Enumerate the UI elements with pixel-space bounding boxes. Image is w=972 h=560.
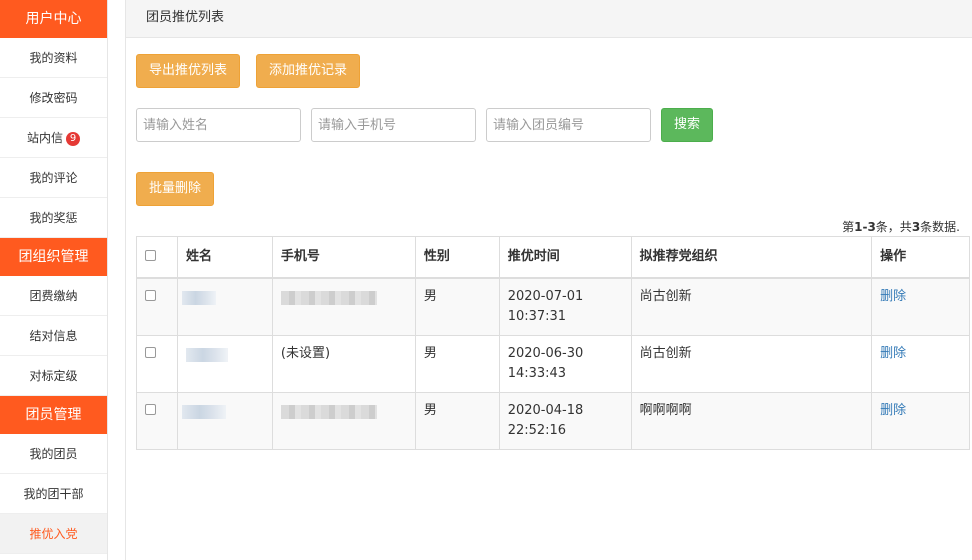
row-checkbox[interactable] [145,403,156,415]
sidebar-section-org-management: 团组织管理 [0,238,107,276]
sidebar-item-my-profile[interactable]: 我的资料 [0,38,107,78]
sidebar-item-messages[interactable]: 站内信 9 [0,118,107,158]
name-cell [176,334,273,393]
app: 用户中心 我的资料 修改密码 站内信 9 我的评论 我的奖惩 团组织管理 团费缴纳… [0,0,972,560]
member-no-search-input[interactable] [486,108,651,142]
delete-link[interactable]: 删除 [880,346,906,361]
name-cell [176,277,273,336]
sidebar: 用户中心 我的资料 修改密码 站内信 9 我的评论 我的奖惩 团组织管理 团费缴纳… [0,0,108,560]
action-cell: 删除 [871,334,970,393]
column-header-action: 操作 [871,236,970,279]
sidebar-item-my-members[interactable]: 我的团员 [0,434,107,474]
org-cell: 啊啊啊啊 [630,391,873,450]
time-cell: 2020-06-30 14:33:43 [498,334,632,393]
sidebar-item-my-comments[interactable]: 我的评论 [0,158,107,198]
table-row: 男 2020-04-18 22:52:16 啊啊啊啊 删除 [136,391,970,450]
action-cell: 删除 [871,391,970,450]
main-panel: 团员推优列表 导出推优列表 添加推优记录 搜索 批量删除 第1-3条，共3条数据… [125,0,972,560]
sidebar-section-member-management: 团员管理 [0,396,107,434]
sidebar-item-party-recommendation[interactable]: 推优入党 [0,514,107,554]
gender-cell: 男 [414,277,500,336]
column-header-gender[interactable]: 性别 [414,236,500,279]
select-all-cell [136,236,178,279]
gender-cell: 男 [414,391,500,450]
sidebar-item-my-rewards[interactable]: 我的奖惩 [0,198,107,238]
table-row: (未设置) 男 2020-06-30 14:33:43 尚古创新 删除 [136,334,970,393]
table-row: 男 2020-07-01 10:37:31 尚古创新 删除 [136,277,970,336]
row-checkbox[interactable] [145,346,156,358]
column-header-name[interactable]: 姓名 [176,236,273,279]
name-search-input[interactable] [136,108,301,142]
select-all-checkbox[interactable] [145,249,156,261]
redacted-phone [280,291,377,305]
recommendation-table: 姓名 手机号 性别 推优时间 拟推荐党组织 操作 男 2020-07-01 10:… [136,236,970,450]
sidebar-item-label: 站内信 [26,131,63,145]
sidebar-item-change-password[interactable]: 修改密码 [0,78,107,118]
name-cell [176,391,273,450]
sidebar-section-user-center: 用户中心 [0,0,107,38]
sidebar-item-pairing-info[interactable]: 结对信息 [0,316,107,356]
phone-search-input[interactable] [311,108,476,142]
batch-delete-button[interactable]: 批量删除 [136,172,215,206]
column-header-time[interactable]: 推优时间 [498,236,632,279]
sidebar-item-fee-payment[interactable]: 团费缴纳 [0,276,107,316]
phone-cell [271,277,416,336]
row-checkbox[interactable] [145,290,156,301]
delete-link[interactable]: 删除 [880,403,906,418]
org-cell: 尚古创新 [630,334,873,393]
export-list-button[interactable]: 导出推优列表 [136,54,241,88]
delete-link[interactable]: 删除 [880,289,906,304]
redacted-phone [280,404,377,419]
org-cell: 尚古创新 [630,277,873,336]
redacted-name [181,404,226,419]
gender-cell: 男 [414,334,500,393]
page-title: 团员推优列表 [126,0,972,38]
search-button[interactable]: 搜索 [661,108,714,142]
unread-badge: 9 [66,132,80,146]
table-header-row: 姓名 手机号 性别 推优时间 拟推荐党组织 操作 [136,236,970,279]
redacted-name [185,347,228,362]
redacted-name [181,291,216,305]
sidebar-item-my-cadres[interactable]: 我的团干部 [0,474,107,514]
record-summary: 第1-3条，共3条数据. [842,220,960,234]
action-cell: 删除 [871,277,970,336]
add-record-button[interactable]: 添加推优记录 [256,54,361,88]
time-cell: 2020-07-01 10:37:31 [498,277,632,336]
sidebar-item-benchmark-rating[interactable]: 对标定级 [0,356,107,396]
time-cell: 2020-04-18 22:52:16 [498,391,632,450]
column-header-phone[interactable]: 手机号 [271,236,416,279]
phone-cell: (未设置) [271,334,416,393]
column-header-org[interactable]: 拟推荐党组织 [630,236,873,279]
phone-cell [271,391,416,450]
